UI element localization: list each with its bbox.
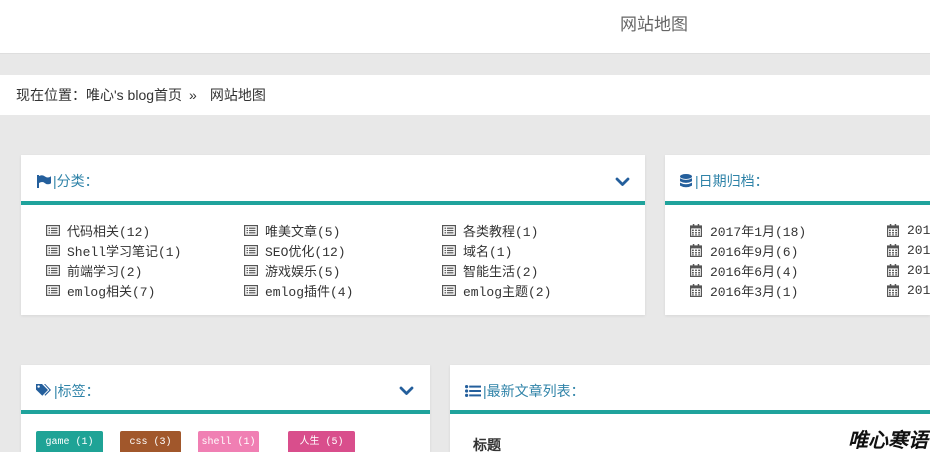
category-link[interactable]: 代码相关(12) bbox=[67, 221, 150, 240]
archive-link[interactable]: 2016 bbox=[907, 263, 930, 278]
archive-panel: |日期归档： 2017年1月(18) 2016 2016年9月(6) 2016 … bbox=[665, 155, 930, 315]
page-title: 网站地图 bbox=[620, 15, 688, 34]
category-item[interactable]: 唯美文章(5) bbox=[244, 220, 442, 240]
list-alt-icon bbox=[442, 225, 456, 236]
category-item[interactable]: 代码相关(12) bbox=[46, 220, 244, 240]
archive-panel-header: |日期归档： bbox=[665, 155, 930, 205]
archive-link[interactable]: 2016年9月(6) bbox=[710, 241, 798, 260]
latest-posts-header: |最新文章列表： bbox=[450, 365, 930, 414]
list-alt-icon bbox=[46, 265, 60, 276]
breadcrumb-home-link[interactable]: 唯心's blog首页 bbox=[86, 87, 182, 103]
list-alt-icon bbox=[244, 225, 258, 236]
tag-panel: |标签： game (1) css (3) shell (1) 人生 (5) bbox=[21, 365, 430, 452]
archive-link[interactable]: 2016 bbox=[907, 243, 930, 258]
category-item[interactable]: SEO优化(12) bbox=[244, 240, 442, 260]
top-header: 网站地图 bbox=[0, 0, 930, 53]
category-link[interactable]: 游戏娱乐(5) bbox=[265, 261, 340, 280]
category-panel-header: |分类： bbox=[21, 155, 645, 205]
category-item[interactable]: Shell学习笔记(1) bbox=[46, 240, 244, 260]
category-link[interactable]: 智能生活(2) bbox=[463, 261, 538, 280]
watermark: 唯心寒语 bbox=[848, 428, 928, 452]
category-item[interactable]: 游戏娱乐(5) bbox=[244, 260, 442, 280]
list-alt-icon bbox=[442, 265, 456, 276]
category-panel-title: |分类： bbox=[53, 173, 99, 189]
archive-item[interactable]: 2016年6月(4) bbox=[690, 260, 887, 280]
list-alt-icon bbox=[244, 245, 258, 256]
list-alt-icon bbox=[46, 245, 60, 256]
archive-link[interactable]: 2016 bbox=[907, 223, 930, 238]
category-link[interactable]: emlog相关(7) bbox=[67, 281, 155, 300]
category-link[interactable]: 前端学习(2) bbox=[67, 261, 142, 280]
archive-link[interactable]: 2017年1月(18) bbox=[710, 221, 806, 240]
category-link[interactable]: emlog主题(2) bbox=[463, 281, 551, 300]
category-item[interactable]: emlog相关(7) bbox=[46, 280, 244, 300]
posts-table-title-header: 标题 bbox=[473, 437, 501, 452]
category-link[interactable]: SEO优化(12) bbox=[265, 241, 346, 260]
archive-item[interactable]: 2016 bbox=[887, 220, 930, 240]
calendar-icon bbox=[690, 264, 702, 277]
category-item[interactable]: 智能生活(2) bbox=[442, 260, 640, 280]
category-item[interactable]: 前端学习(2) bbox=[46, 260, 244, 280]
list-alt-icon bbox=[46, 225, 60, 236]
category-item[interactable]: emlog插件(4) bbox=[244, 280, 442, 300]
archive-item[interactable]: 2016年9月(6) bbox=[690, 240, 887, 260]
tag-chip[interactable]: game (1) bbox=[36, 431, 103, 452]
archive-item[interactable]: 2015 bbox=[887, 280, 930, 300]
calendar-icon bbox=[887, 264, 899, 277]
calendar-icon bbox=[887, 284, 899, 297]
latest-posts-title: |最新文章列表： bbox=[483, 382, 585, 399]
category-link[interactable]: 各类教程(1) bbox=[463, 221, 538, 240]
flag-icon bbox=[37, 174, 51, 188]
chevron-down-icon[interactable] bbox=[399, 386, 414, 396]
category-link[interactable]: 唯美文章(5) bbox=[265, 221, 340, 240]
list-alt-icon bbox=[244, 285, 258, 296]
category-panel: |分类： 代码相关(12) 唯美文章(5) 各类教程(1) Shell学习笔记(… bbox=[21, 155, 645, 315]
archive-link[interactable]: 2016年3月(1) bbox=[710, 281, 798, 300]
list-alt-icon bbox=[442, 285, 456, 296]
breadcrumb-separator: » bbox=[189, 87, 197, 103]
list-ul-icon bbox=[465, 384, 481, 397]
list-alt-icon bbox=[46, 285, 60, 296]
tags-icon bbox=[36, 384, 51, 396]
calendar-icon bbox=[690, 244, 702, 257]
database-icon bbox=[680, 173, 692, 187]
category-item[interactable]: 域名(1) bbox=[442, 240, 640, 260]
archive-item[interactable]: 2017年1月(18) bbox=[690, 220, 887, 240]
breadcrumb: 现在位置：唯心's blog首页 » 网站地图 bbox=[0, 75, 930, 115]
list-alt-icon bbox=[442, 245, 456, 256]
breadcrumb-current: 网站地图 bbox=[209, 87, 266, 103]
archive-item[interactable]: 2016 bbox=[887, 260, 930, 280]
tag-panel-title: |标签： bbox=[54, 382, 100, 399]
list-alt-icon bbox=[244, 265, 258, 276]
category-link[interactable]: emlog插件(4) bbox=[265, 281, 353, 300]
category-list: 代码相关(12) 唯美文章(5) 各类教程(1) Shell学习笔记(1) SE… bbox=[21, 205, 645, 300]
archive-item[interactable]: 2016年3月(1) bbox=[690, 280, 887, 300]
calendar-icon bbox=[690, 224, 702, 237]
tag-chip[interactable]: css (3) bbox=[120, 431, 181, 452]
breadcrumb-prefix: 现在位置： bbox=[16, 87, 86, 103]
category-item[interactable]: emlog主题(2) bbox=[442, 280, 640, 300]
archive-link[interactable]: 2016年6月(4) bbox=[710, 261, 798, 280]
calendar-icon bbox=[887, 244, 899, 257]
tag-chip[interactable]: shell (1) bbox=[198, 431, 259, 452]
category-link[interactable]: Shell学习笔记(1) bbox=[67, 241, 181, 260]
calendar-icon bbox=[690, 284, 702, 297]
archive-panel-title: |日期归档： bbox=[695, 173, 769, 189]
archive-list: 2017年1月(18) 2016 2016年9月(6) 2016 2016年6月… bbox=[665, 205, 930, 300]
tag-cloud: game (1) css (3) shell (1) 人生 (5) bbox=[21, 414, 430, 452]
tag-chip[interactable]: 人生 (5) bbox=[288, 431, 355, 452]
archive-item[interactable]: 2016 bbox=[887, 240, 930, 260]
chevron-down-icon[interactable] bbox=[615, 177, 630, 187]
category-link[interactable]: 域名(1) bbox=[463, 241, 512, 260]
archive-link[interactable]: 2015 bbox=[907, 283, 930, 298]
calendar-icon bbox=[887, 224, 899, 237]
category-item[interactable]: 各类教程(1) bbox=[442, 220, 640, 240]
tag-panel-header: |标签： bbox=[21, 365, 430, 414]
